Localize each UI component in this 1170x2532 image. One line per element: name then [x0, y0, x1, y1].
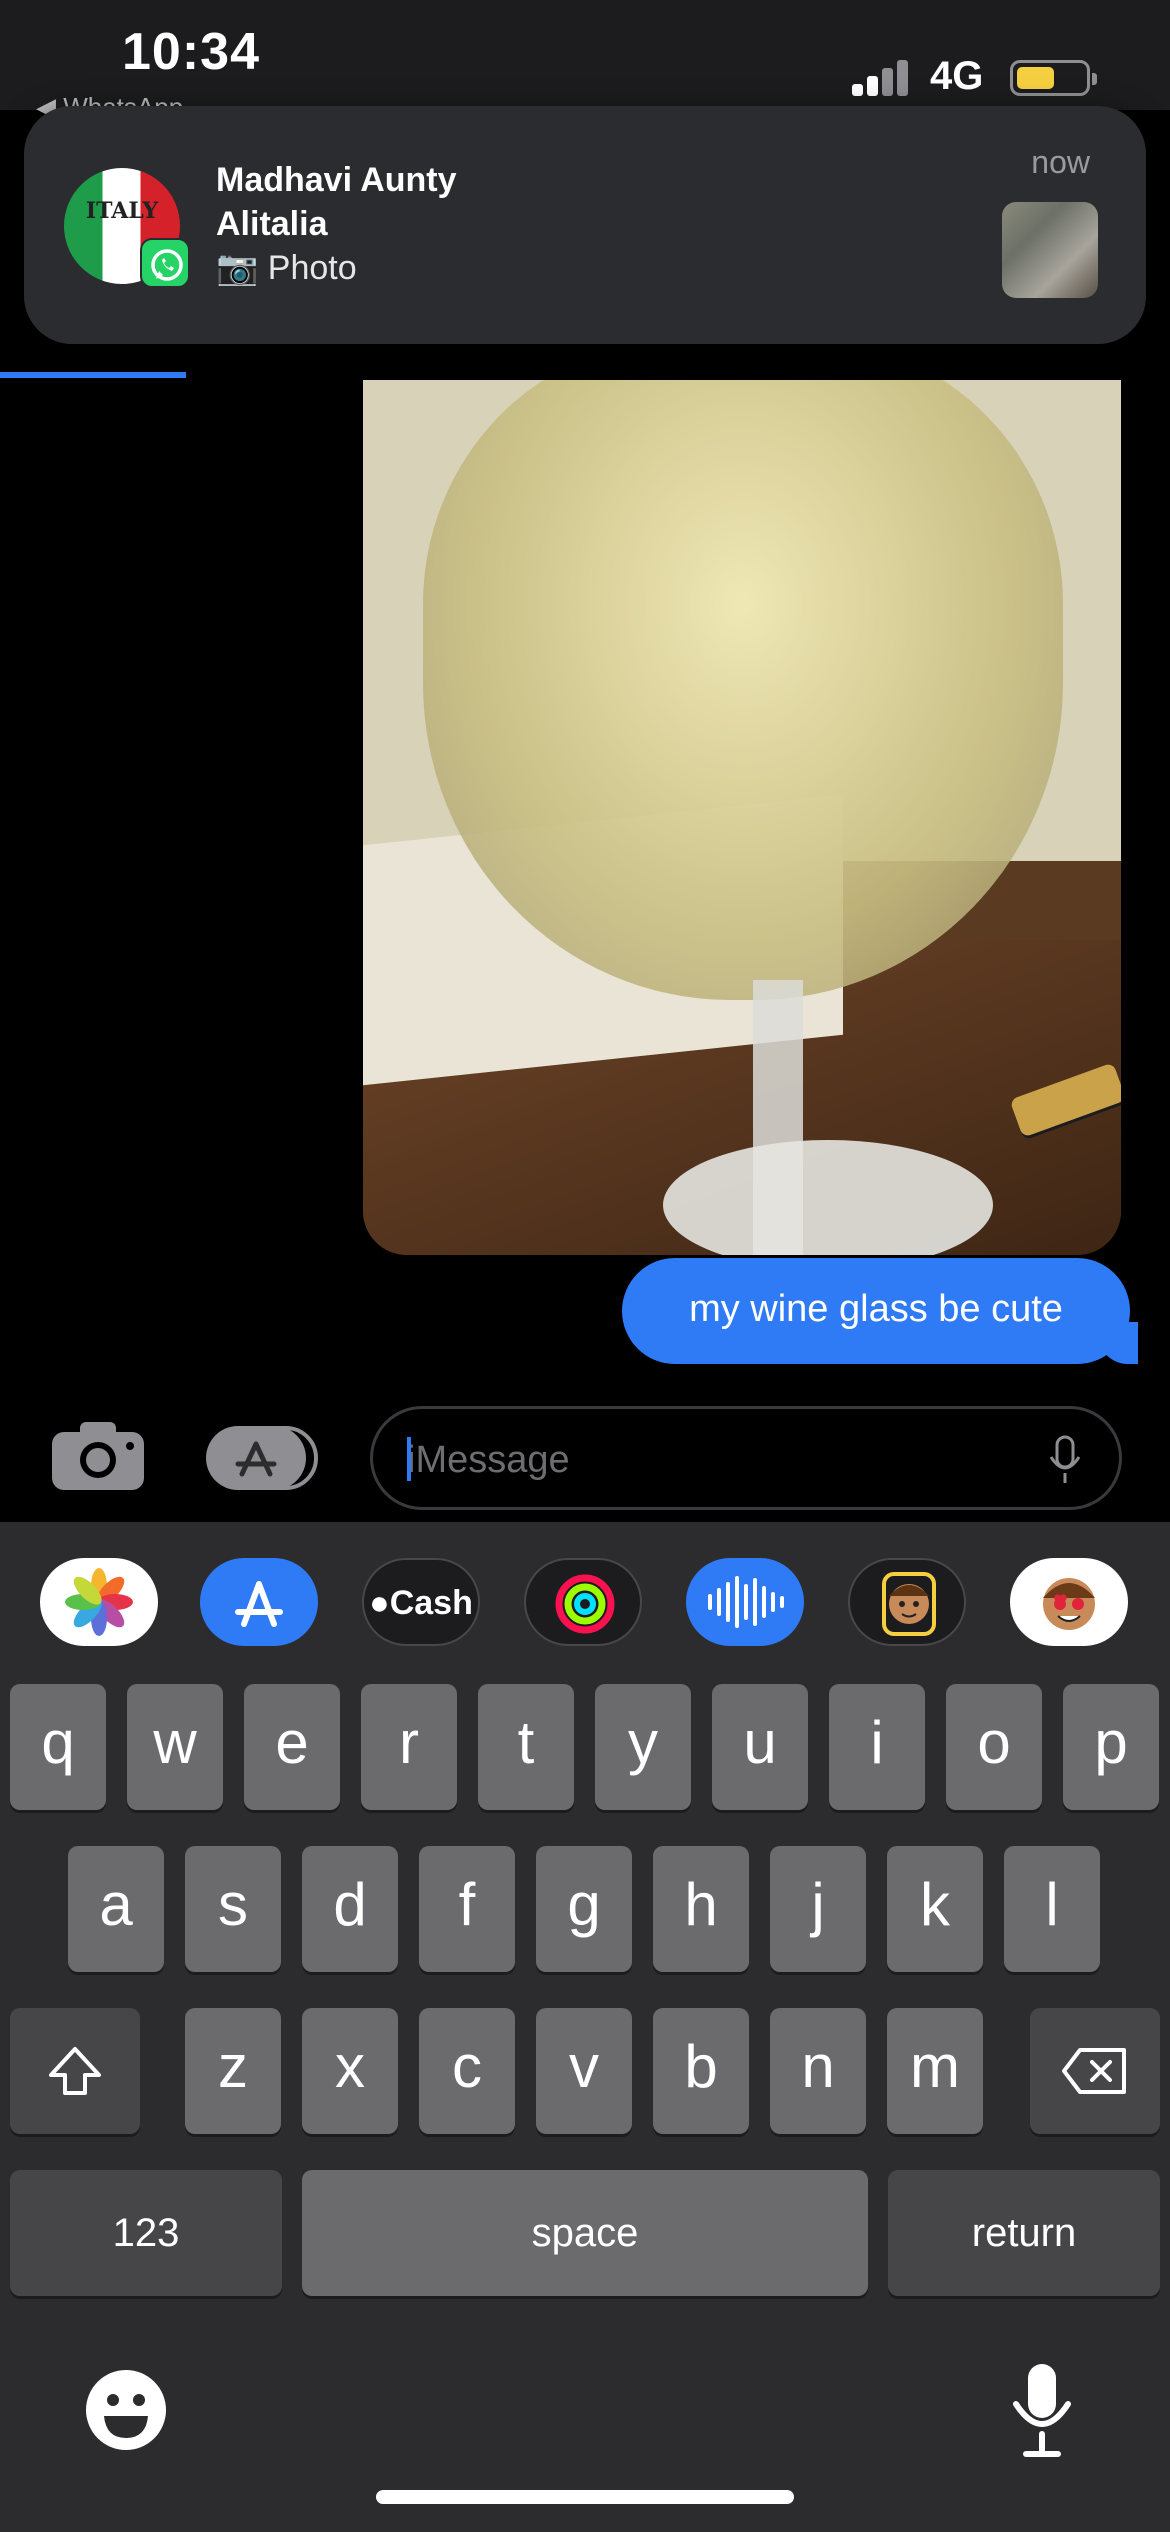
activity-rings-icon[interactable] [524, 1558, 642, 1646]
memoji-stickers-icon[interactable] [848, 1558, 966, 1646]
status-bar: 10:34 ◀ WhatsApp 4G [0, 0, 1170, 122]
text-caret [407, 1437, 411, 1481]
animoji-icon[interactable] [1010, 1558, 1128, 1646]
notification-title: Madhavi Aunty Alitalia [216, 158, 457, 246]
key-h[interactable]: h [653, 1846, 749, 1972]
app-store-icon[interactable] [206, 1426, 318, 1490]
key-f[interactable]: f [419, 1846, 515, 1972]
key-q[interactable]: q [10, 1684, 106, 1810]
dictation-microphone-icon[interactable] [1010, 2362, 1074, 2458]
key-v[interactable]: v [536, 2008, 632, 2134]
key-m[interactable]: m [887, 2008, 983, 2134]
message-text: my wine glass be cute [689, 1288, 1063, 1330]
message-input[interactable]: iMessage [370, 1406, 1122, 1510]
network-type: 4G [930, 54, 984, 98]
return-key[interactable]: return [888, 2170, 1160, 2296]
wine-glass-photo[interactable] [363, 380, 1121, 1255]
key-y[interactable]: y [595, 1684, 691, 1810]
camera-icon[interactable] [50, 1420, 146, 1492]
key-w[interactable]: w [127, 1684, 223, 1810]
microphone-icon[interactable] [1047, 1435, 1083, 1490]
audio-message-icon[interactable] [686, 1558, 804, 1646]
key-u[interactable]: u [712, 1684, 808, 1810]
apple-cash-icon[interactable]: ●Cash [362, 1558, 480, 1646]
key-t[interactable]: t [478, 1684, 574, 1810]
load-progress-bar [0, 372, 186, 378]
delete-icon[interactable] [1030, 2008, 1160, 2134]
key-g[interactable]: g [536, 1846, 632, 1972]
notification-banner[interactable]: ITALY Madhavi Aunty Alitalia 📷 Photo now [24, 106, 1146, 344]
avatar-text: ITALY [85, 198, 159, 224]
key-r[interactable]: r [361, 1684, 457, 1810]
key-i[interactable]: i [829, 1684, 925, 1810]
battery-icon [1010, 60, 1097, 96]
apple-cash-label: ●Cash [369, 1584, 473, 1622]
photo-thumbnail [1002, 202, 1098, 298]
status-time: 10:34 [122, 23, 260, 81]
notification-body: 📷 Photo [216, 249, 357, 287]
cellular-signal-icon [852, 60, 908, 96]
notification-group: Alitalia [216, 205, 328, 243]
key-c[interactable]: c [419, 2008, 515, 2134]
sent-message-bubble[interactable]: my wine glass be cute [622, 1258, 1130, 1364]
shift-icon[interactable] [10, 2008, 140, 2134]
key-z[interactable]: z [185, 2008, 281, 2134]
key-e[interactable]: e [244, 1684, 340, 1810]
app-store-app-icon[interactable] [200, 1558, 318, 1646]
key-j[interactable]: j [770, 1846, 866, 1972]
home-indicator[interactable] [376, 2490, 794, 2504]
key-n[interactable]: n [770, 2008, 866, 2134]
key-d[interactable]: d [302, 1846, 398, 1972]
key-p[interactable]: p [1063, 1684, 1159, 1810]
emoji-icon[interactable] [84, 2368, 168, 2452]
photos-app-icon[interactable] [40, 1558, 158, 1646]
key-x[interactable]: x [302, 2008, 398, 2134]
key-s[interactable]: s [185, 1846, 281, 1972]
notification-time: now [1031, 144, 1090, 180]
notification-sender: Madhavi Aunty [216, 161, 457, 199]
input-placeholder: iMessage [407, 1439, 570, 1481]
key-k[interactable]: k [887, 1846, 983, 1972]
key-l[interactable]: l [1004, 1846, 1100, 1972]
keyboard: ●Cash q w e r t y u i o p a s d f g h j … [0, 1522, 1170, 2532]
key-b[interactable]: b [653, 2008, 749, 2134]
key-o[interactable]: o [946, 1684, 1042, 1810]
numbers-key[interactable]: 123 [10, 2170, 282, 2296]
key-a[interactable]: a [68, 1846, 164, 1972]
whatsapp-icon [140, 238, 190, 288]
space-key[interactable]: space [302, 2170, 868, 2296]
